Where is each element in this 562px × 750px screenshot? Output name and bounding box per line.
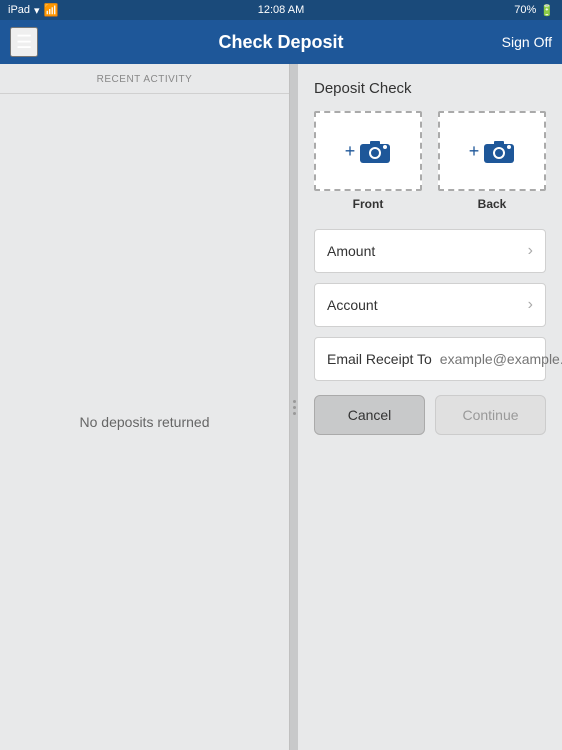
back-photo-box: + Back [438, 111, 546, 211]
status-left: iPad ▾︎ 📶 [8, 3, 59, 17]
wifi-signal-icon: 📶 [44, 3, 59, 17]
status-time: 12:08 AM [258, 4, 304, 16]
sidebar-header: RECENT ACTIVITY [0, 64, 289, 94]
amount-label: Amount [327, 243, 528, 259]
device-label: iPad [8, 4, 30, 16]
nav-title: Check Deposit [218, 32, 343, 53]
front-photo-capture[interactable]: + [314, 111, 422, 191]
amount-chevron-icon: › [528, 242, 533, 260]
account-field[interactable]: Account › [314, 283, 546, 327]
sign-off-button[interactable]: Sign Off [502, 34, 552, 50]
email-input[interactable] [440, 351, 562, 367]
front-photo-box: + Front [314, 111, 422, 211]
front-label: Front [353, 197, 384, 211]
amount-field[interactable]: Amount › [314, 229, 546, 273]
back-capture-inner: + [469, 138, 516, 164]
front-camera-icon [359, 138, 391, 164]
right-panel: Deposit Check + Front [298, 64, 562, 750]
hamburger-icon: ☰ [16, 32, 32, 52]
deposit-check-title: Deposit Check [314, 80, 546, 97]
photo-row: + Front + [314, 111, 546, 211]
back-camera-icon [483, 138, 515, 164]
account-label: Account [327, 297, 528, 313]
nav-bar: ☰ Check Deposit Sign Off [0, 20, 562, 64]
drag-handle[interactable] [290, 64, 298, 750]
status-bar: iPad ▾︎ 📶 12:08 AM 70% 🔋 [0, 0, 562, 20]
email-receipt-field: Email Receipt To [314, 337, 546, 381]
email-receipt-label: Email Receipt To [327, 351, 432, 367]
wifi-icon: ▾︎ [34, 4, 40, 17]
cancel-button[interactable]: Cancel [314, 395, 425, 435]
drag-dot-3 [293, 412, 296, 415]
status-right: 70% 🔋 [514, 4, 554, 17]
back-label: Back [478, 197, 507, 211]
drag-dot-2 [293, 406, 296, 409]
drag-dot-1 [293, 400, 296, 403]
continue-button[interactable]: Continue [435, 395, 546, 435]
back-photo-capture[interactable]: + [438, 111, 546, 191]
menu-button[interactable]: ☰ [10, 27, 38, 57]
account-chevron-icon: › [528, 296, 533, 314]
action-row: Cancel Continue [314, 395, 546, 435]
battery-icon: 🔋 [540, 4, 554, 17]
front-plus-icon: + [345, 141, 356, 162]
back-plus-icon: + [469, 141, 480, 162]
battery-percent: 70% [514, 4, 536, 16]
main-layout: RECENT ACTIVITY No deposits returned Dep… [0, 64, 562, 750]
sidebar: RECENT ACTIVITY No deposits returned [0, 64, 290, 750]
front-capture-inner: + [345, 138, 392, 164]
sidebar-empty-message: No deposits returned [0, 94, 289, 750]
